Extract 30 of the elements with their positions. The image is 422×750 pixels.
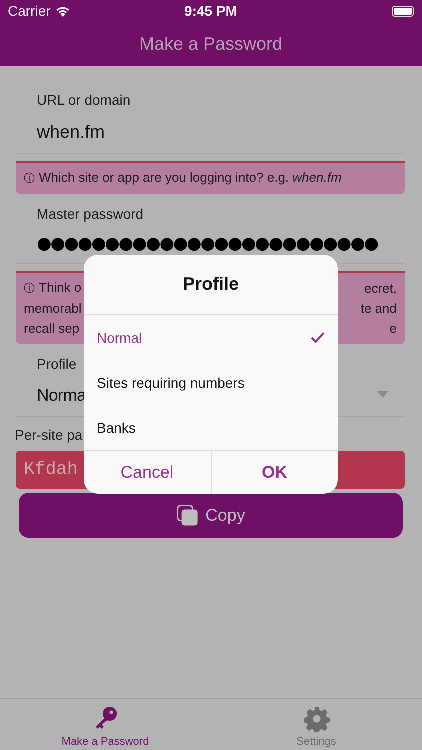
cancel-button[interactable]: Cancel bbox=[84, 451, 210, 494]
copy-button[interactable]: Copy bbox=[19, 493, 403, 538]
hint-text: memorabl bbox=[24, 300, 82, 318]
copy-icon bbox=[176, 505, 198, 526]
generated-password: Kfdah bbox=[24, 460, 78, 480]
url-input[interactable]: when.fm bbox=[37, 108, 106, 153]
hint-text: te and bbox=[360, 300, 397, 318]
dialog-option[interactable]: Sites requiring numbers bbox=[84, 360, 338, 405]
hint-text: ⓘ Which site or app are you logging into? e.g. when.fm bbox=[24, 169, 342, 187]
field-label: Master password bbox=[37, 206, 144, 222]
dialog-title: Profile bbox=[84, 255, 338, 315]
field-label: Profile bbox=[37, 356, 77, 372]
carrier-name: Carrier bbox=[8, 3, 51, 19]
dialog-option[interactable]: Banks bbox=[84, 405, 338, 450]
checkmark-icon bbox=[311, 332, 325, 343]
hint-text: ecret, bbox=[364, 280, 397, 298]
field-label: Per-site pa bbox=[15, 427, 83, 443]
status-time: 9:45 PM bbox=[184, 3, 238, 19]
field-label: URL or domain bbox=[37, 92, 131, 108]
ok-button[interactable]: OK bbox=[210, 451, 338, 494]
dialog-option[interactable]: Normal bbox=[84, 315, 338, 360]
tab-item[interactable]: Make a Password bbox=[0, 699, 211, 750]
dropdown-caret-icon bbox=[377, 390, 389, 398]
hint-text: recall sep bbox=[24, 320, 80, 338]
battery-icon bbox=[392, 6, 414, 16]
hint-text: ⓘ Think o bbox=[24, 279, 82, 297]
wifi-icon bbox=[54, 5, 71, 17]
settings-icon bbox=[304, 706, 330, 732]
hint-text: e bbox=[390, 320, 397, 338]
nav-title: Make a Password bbox=[138, 32, 284, 56]
